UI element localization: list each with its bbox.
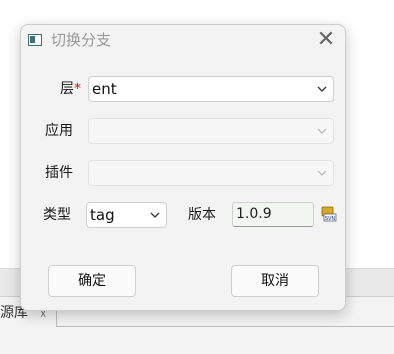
- version-input[interactable]: 1.0.9: [232, 202, 314, 227]
- chevron-down-icon: [317, 86, 327, 92]
- switch-branch-dialog: 切换分支 ✕ 层* ent 应用 插件 类型 tag 版本 1.0.9 SVN …: [20, 24, 346, 311]
- app-label: 应用: [45, 123, 73, 139]
- plugin-select[interactable]: [88, 160, 334, 186]
- cancel-button[interactable]: 取消: [231, 265, 319, 297]
- layer-label-text: 层: [60, 81, 74, 97]
- layer-select[interactable]: ent: [88, 76, 334, 102]
- version-input-value: 1.0.9: [236, 206, 272, 222]
- dialog-title: 切换分支: [51, 31, 112, 49]
- svn-icon[interactable]: SVN: [321, 206, 337, 222]
- layer-label: 层*: [60, 79, 81, 99]
- version-label: 版本: [188, 207, 216, 223]
- type-label: 类型: [43, 207, 71, 223]
- layer-select-value: ent: [92, 80, 117, 98]
- app-select[interactable]: [88, 118, 334, 144]
- chevron-down-icon: [150, 212, 160, 218]
- chevron-down-icon: [317, 170, 327, 176]
- type-select-value: tag: [90, 206, 115, 224]
- close-button[interactable]: ✕: [315, 29, 337, 51]
- type-select[interactable]: tag: [86, 202, 167, 228]
- required-mark: *: [74, 81, 81, 97]
- ok-button[interactable]: 确定: [48, 265, 136, 297]
- window-app-icon: [28, 34, 42, 46]
- plugin-label: 插件: [45, 165, 73, 181]
- chevron-down-icon: [317, 128, 327, 134]
- svn-icon-text: SVN: [325, 216, 336, 222]
